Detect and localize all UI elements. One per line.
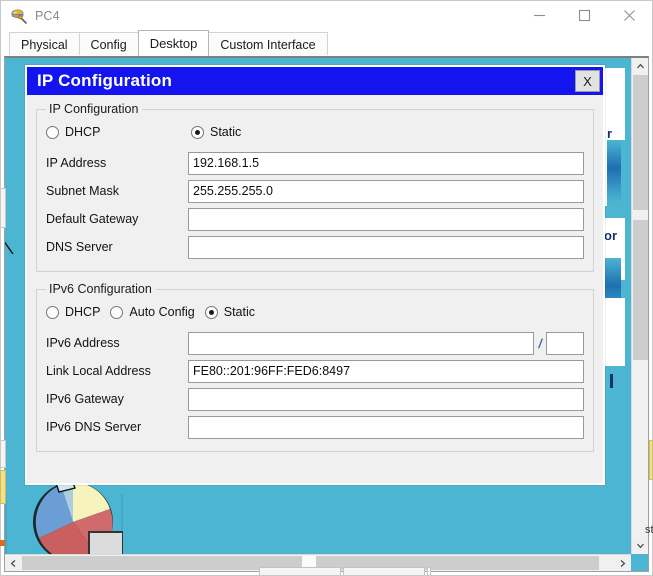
pc4-device-window: PC4 Physical Config Desktop Custom Inter… <box>0 0 653 576</box>
default-gateway-row: Default Gateway <box>46 206 584 232</box>
radio-unchecked-icon <box>46 125 59 139</box>
ip-address-input[interactable]: 192.168.1.5 <box>188 151 584 175</box>
ipv6-address-label: IPv6 Address <box>46 336 120 350</box>
pie-chart-application-icon <box>27 474 124 554</box>
window-title-bar: PC4 <box>1 1 652 30</box>
ipv6-dns-server-input[interactable] <box>188 415 584 439</box>
ip-address-label: IP Address <box>46 156 107 170</box>
device-tab-bar: Physical Config Desktop Custom Interface <box>1 30 652 56</box>
default-gateway-label: Default Gateway <box>46 212 139 226</box>
ipv6-radio-static-label: Static <box>223 305 256 319</box>
ipv6-gateway-row: IPv6 Gateway <box>46 386 584 412</box>
dns-server-row: DNS Server <box>46 234 584 260</box>
ipv6-radio-auto-config-label: Auto Config <box>129 305 195 319</box>
ipv6-configuration-group: IPv6 Configuration DHCP Auto Config Stat… <box>36 282 594 452</box>
background-text-fragment-1: r <box>607 126 613 141</box>
ipv6-prefix-length-input[interactable] <box>546 331 584 355</box>
tab-physical[interactable]: Physical <box>9 32 80 56</box>
ipv4-radio-static[interactable]: Static <box>191 125 241 139</box>
ipv6-address-row: IPv6 Address / <box>46 330 584 356</box>
ipv4-mode-radio-group: DHCP Static <box>46 120 584 144</box>
dialog-title-bar: IP Configuration X <box>27 67 603 95</box>
ipv6-dns-server-label: IPv6 DNS Server <box>46 420 142 434</box>
ipv6-radio-static[interactable]: Static <box>204 305 256 319</box>
desktop-client-area: 2 r or <box>4 56 649 572</box>
link-local-address-input[interactable]: FE80::201:96FF:FED6:8497 <box>188 359 584 383</box>
tab-desktop[interactable]: Desktop <box>137 30 210 56</box>
ip-address-row: IP Address 192.168.1.5 <box>46 150 584 176</box>
background-panel-left-yellow <box>0 470 6 504</box>
subnet-mask-label: Subnet Mask <box>46 184 119 198</box>
chevron-up-icon[interactable] <box>632 58 648 75</box>
dialog-title: IP Configuration <box>37 71 173 90</box>
ipv6-prefix-separator: / <box>538 335 542 351</box>
ipv4-radio-dhcp-label: DHCP <box>65 125 101 139</box>
background-panel-left-top <box>0 188 6 228</box>
background-window-fragment-2 <box>343 567 425 575</box>
window-title: PC4 <box>35 8 60 23</box>
ipv6-dns-server-row: IPv6 DNS Server <box>46 414 584 440</box>
ipv6-mode-radio-group: DHCP Auto Config Static <box>46 300 584 324</box>
window-controls <box>517 1 652 30</box>
subnet-mask-row: Subnet Mask 255.255.255.0 <box>46 178 584 204</box>
dialog-body: IP Configuration DHCP Static IP Address … <box>27 95 603 452</box>
ipv6-gateway-label: IPv6 Gateway <box>46 392 124 406</box>
ipv4-configuration-group: IP Configuration DHCP Static IP Address … <box>36 102 594 272</box>
ipv4-radio-static-label: Static <box>210 125 242 139</box>
background-window-fragment-3 <box>427 567 431 575</box>
radio-unchecked-icon <box>110 305 124 319</box>
vertical-scrollbar[interactable] <box>631 58 648 554</box>
desktop-viewport: 2 r or <box>5 58 631 554</box>
ipv6-radio-auto-config[interactable]: Auto Config <box>110 305 195 319</box>
minimize-icon[interactable] <box>517 1 562 30</box>
ipv6-radio-dhcp[interactable]: DHCP <box>46 305 100 319</box>
radio-checked-icon <box>191 125 204 139</box>
ipv6-group-legend: IPv6 Configuration <box>49 282 152 296</box>
dialog-close-button[interactable]: X <box>575 70 600 92</box>
close-icon[interactable] <box>607 1 652 30</box>
ipv4-group-legend: IP Configuration <box>49 102 139 116</box>
link-local-address-label: Link Local Address <box>46 364 151 378</box>
ipv4-radio-dhcp[interactable]: DHCP <box>46 125 191 139</box>
ipv6-address-input[interactable] <box>188 331 535 355</box>
background-text-cursor <box>610 374 613 388</box>
link-local-address-row: Link Local Address FE80::201:96FF:FED6:8… <box>46 358 584 384</box>
network-switch-icon: 2 <box>5 206 19 255</box>
ipv6-gateway-input[interactable] <box>188 387 584 411</box>
radio-unchecked-icon <box>46 305 59 319</box>
default-gateway-input[interactable] <box>188 207 584 231</box>
vertical-scrollbar-track-lower[interactable] <box>633 220 648 360</box>
background-panel-left-bottom <box>0 440 6 468</box>
vertical-scrollbar-thumb[interactable] <box>633 75 648 210</box>
dns-server-input[interactable] <box>188 235 584 259</box>
chevron-down-icon[interactable] <box>632 537 648 554</box>
background-window-fragment-1 <box>259 567 341 575</box>
subnet-mask-input[interactable]: 255.255.255.0 <box>188 179 584 203</box>
background-panel-right-strip <box>649 440 653 480</box>
packet-tracer-device-icon <box>10 7 28 25</box>
ip-configuration-dialog: IP Configuration X IP Configuration DHCP <box>25 65 605 485</box>
tab-config[interactable]: Config <box>78 32 139 56</box>
dns-server-label: DNS Server <box>46 240 113 254</box>
background-panel-left-orange-marker <box>0 540 5 546</box>
tab-custom-interface[interactable]: Custom Interface <box>208 32 328 56</box>
background-window-edge-hints <box>1 567 652 575</box>
background-text-right-edge: st <box>645 524 653 536</box>
maximize-icon[interactable] <box>562 1 607 30</box>
background-text-fragment-2: or <box>604 228 617 243</box>
ipv6-radio-dhcp-label: DHCP <box>65 305 101 319</box>
background-app-panel: r or <box>603 58 629 554</box>
radio-checked-icon <box>204 305 218 319</box>
